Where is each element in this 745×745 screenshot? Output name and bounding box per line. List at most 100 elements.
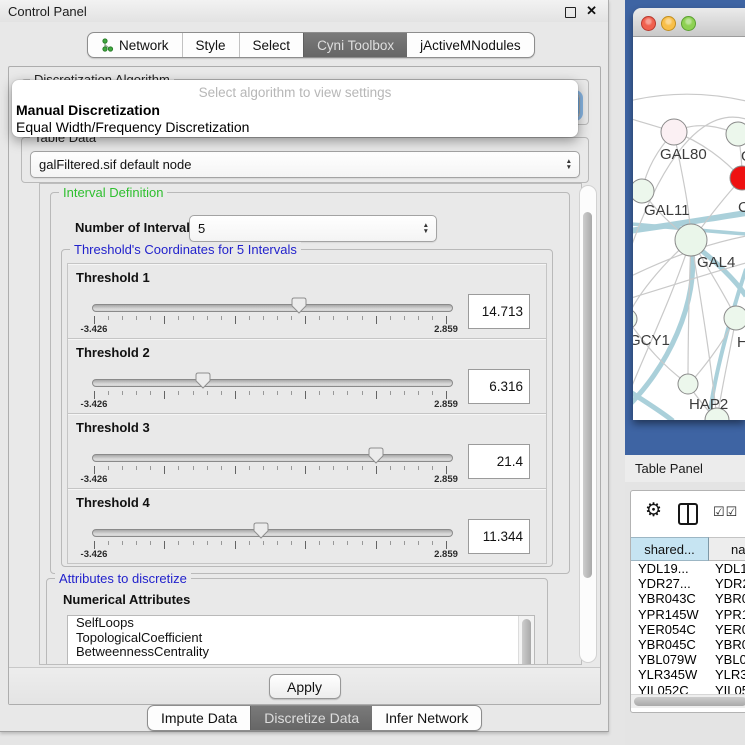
table-panel-body: ⚙ ☑☑ shared... name YDL19...YDL19YDR27..… <box>625 482 745 745</box>
tick-mark <box>376 316 377 324</box>
tick-mark <box>291 466 292 470</box>
tab-select[interactable]: Select <box>239 33 304 57</box>
threshold-value-field[interactable]: 14.713 <box>468 294 530 329</box>
tick-mark <box>404 466 405 470</box>
network-node-gal11[interactable] <box>633 179 654 203</box>
tab-network[interactable]: Network <box>88 33 182 57</box>
tick-mark <box>404 391 405 395</box>
table-data-combobox[interactable]: galFiltered.sif default node ▲▼ <box>30 151 580 178</box>
threshold-value-field[interactable]: 21.4 <box>468 444 530 479</box>
threshold-slider-thumb[interactable] <box>368 447 384 464</box>
table-row[interactable]: YLR345WYLR34 <box>631 667 745 682</box>
cell-name: YDL19 <box>715 561 745 576</box>
tab-impute-data[interactable]: Impute Data <box>148 706 250 730</box>
network-node-h[interactable] <box>724 306 745 330</box>
tab-label: Network <box>119 38 169 53</box>
network-node-gal4[interactable] <box>675 224 707 256</box>
table-row[interactable]: YPR145WYPR14 <box>631 607 745 622</box>
threshold-slider-thumb[interactable] <box>195 372 211 389</box>
settings-vertical-scrollbar[interactable] <box>579 185 597 663</box>
zoom-traffic-light[interactable] <box>681 16 696 31</box>
tab-style[interactable]: Style <box>182 33 239 57</box>
thresholds-group: Threshold's Coordinates for 5 Intervals … <box>61 249 553 567</box>
tick-mark <box>446 466 447 474</box>
tab-jactivemnodules[interactable]: jActiveMNodules <box>407 33 534 57</box>
tab-discretize-data[interactable]: Discretize Data <box>250 706 372 730</box>
tick-mark <box>94 316 95 324</box>
attribute-item[interactable]: BetweennessCentrality <box>68 645 534 660</box>
table-row[interactable]: YDR27...YDR27 <box>631 576 745 591</box>
tick-mark <box>221 466 222 470</box>
tick-mark <box>319 316 320 320</box>
tick-label: 2.859 <box>434 549 458 560</box>
scrollbar-thumb[interactable] <box>634 697 745 706</box>
network-icon <box>101 38 114 52</box>
threshold-panel-1: Threshold 1-3.4262.8599.14415.4321.71528… <box>67 263 547 339</box>
tick-mark <box>263 316 264 320</box>
column-header-name[interactable]: name <box>709 537 745 561</box>
minimize-traffic-light[interactable] <box>661 16 676 31</box>
scrollbar-thumb[interactable] <box>583 212 592 578</box>
table-row[interactable]: YER054CYER05 <box>631 622 745 637</box>
close-traffic-light[interactable] <box>641 16 656 31</box>
tick-mark <box>94 391 95 399</box>
network-graph: GAL80GACGAL11GAL4GCY1HHAP2 <box>633 37 745 420</box>
table-row[interactable]: YBL079WYBL07 <box>631 652 745 667</box>
tick-mark <box>305 391 306 399</box>
threshold-slider-track[interactable] <box>92 454 453 462</box>
network-node-gcy1[interactable] <box>633 309 637 329</box>
tab-cyni-toolbox[interactable]: Cyni Toolbox <box>303 33 407 57</box>
threshold-panel-3: Threshold 3-3.4262.8599.14415.4321.71528… <box>67 413 547 489</box>
tick-mark <box>108 541 109 545</box>
tick-mark <box>164 466 165 474</box>
attributes-list-scrollbar[interactable] <box>518 616 534 665</box>
tick-mark <box>362 316 363 320</box>
table-row[interactable]: YBR043CYBR04 <box>631 591 745 606</box>
column-layout-icon[interactable] <box>678 503 698 525</box>
threshold-slider-thumb[interactable] <box>253 522 269 539</box>
threshold-slider-thumb[interactable] <box>291 297 307 314</box>
column-header-shared[interactable]: shared... <box>631 537 709 561</box>
tick-mark <box>108 316 109 320</box>
table-row[interactable]: YDL19...YDL19 <box>631 561 745 576</box>
table-row[interactable]: YBR045CYBR04 <box>631 637 745 652</box>
tick-mark <box>390 316 391 320</box>
tick-mark <box>122 541 123 545</box>
close-window-icon[interactable]: ✕ <box>586 3 597 19</box>
tick-mark <box>362 391 363 395</box>
select-columns-icon[interactable]: ☑☑ <box>713 504 738 520</box>
network-node-hap2[interactable] <box>678 374 698 394</box>
algorithm-option-equal-width[interactable]: Equal Width/Frequency Discretization <box>16 119 249 135</box>
tab-label: Style <box>196 38 226 53</box>
float-window-icon[interactable] <box>565 7 576 18</box>
threshold-value-field[interactable]: 11.344 <box>468 519 530 554</box>
tab-label: jActiveMNodules <box>420 38 521 53</box>
apply-button[interactable]: Apply <box>269 674 341 699</box>
table-header-row: shared... name <box>631 537 745 560</box>
num-intervals-combobox[interactable]: 5 ▲▼ <box>189 215 437 242</box>
threshold-label: Threshold 4 <box>76 495 150 510</box>
tick-mark <box>249 466 250 470</box>
attribute-item[interactable]: TopologicalCoefficient <box>68 631 534 646</box>
network-canvas[interactable]: GAL80GACGAL11GAL4GCY1HHAP2 <box>633 37 745 420</box>
network-node-gal80[interactable] <box>661 119 687 145</box>
network-node-ga[interactable] <box>726 122 745 146</box>
tick-mark <box>235 316 236 324</box>
gear-icon[interactable]: ⚙ <box>645 499 662 522</box>
algorithm-option-manual[interactable]: Manual Discretization <box>16 102 160 118</box>
threshold-value-field[interactable]: 6.316 <box>468 369 530 404</box>
tick-mark <box>150 541 151 545</box>
table-horizontal-scrollbar[interactable] <box>631 694 745 708</box>
cell-name: YBR04 <box>715 591 745 606</box>
table-data-value: galFiltered.sif default node <box>31 157 566 172</box>
attribute-item[interactable]: SelfLoops <box>68 616 534 631</box>
tick-mark <box>305 316 306 324</box>
numerical-attributes-list[interactable]: SelfLoopsTopologicalCoefficientBetweenne… <box>67 615 535 665</box>
threshold-slider-track[interactable] <box>92 304 453 312</box>
threshold-slider-track[interactable] <box>92 379 453 387</box>
tab-infer-network[interactable]: Infer Network <box>372 706 481 730</box>
tick-mark <box>221 316 222 320</box>
interval-definition-group: Interval Definition Number of Intervals … <box>50 192 570 574</box>
tick-mark <box>235 391 236 399</box>
threshold-slider-track[interactable] <box>92 529 453 537</box>
